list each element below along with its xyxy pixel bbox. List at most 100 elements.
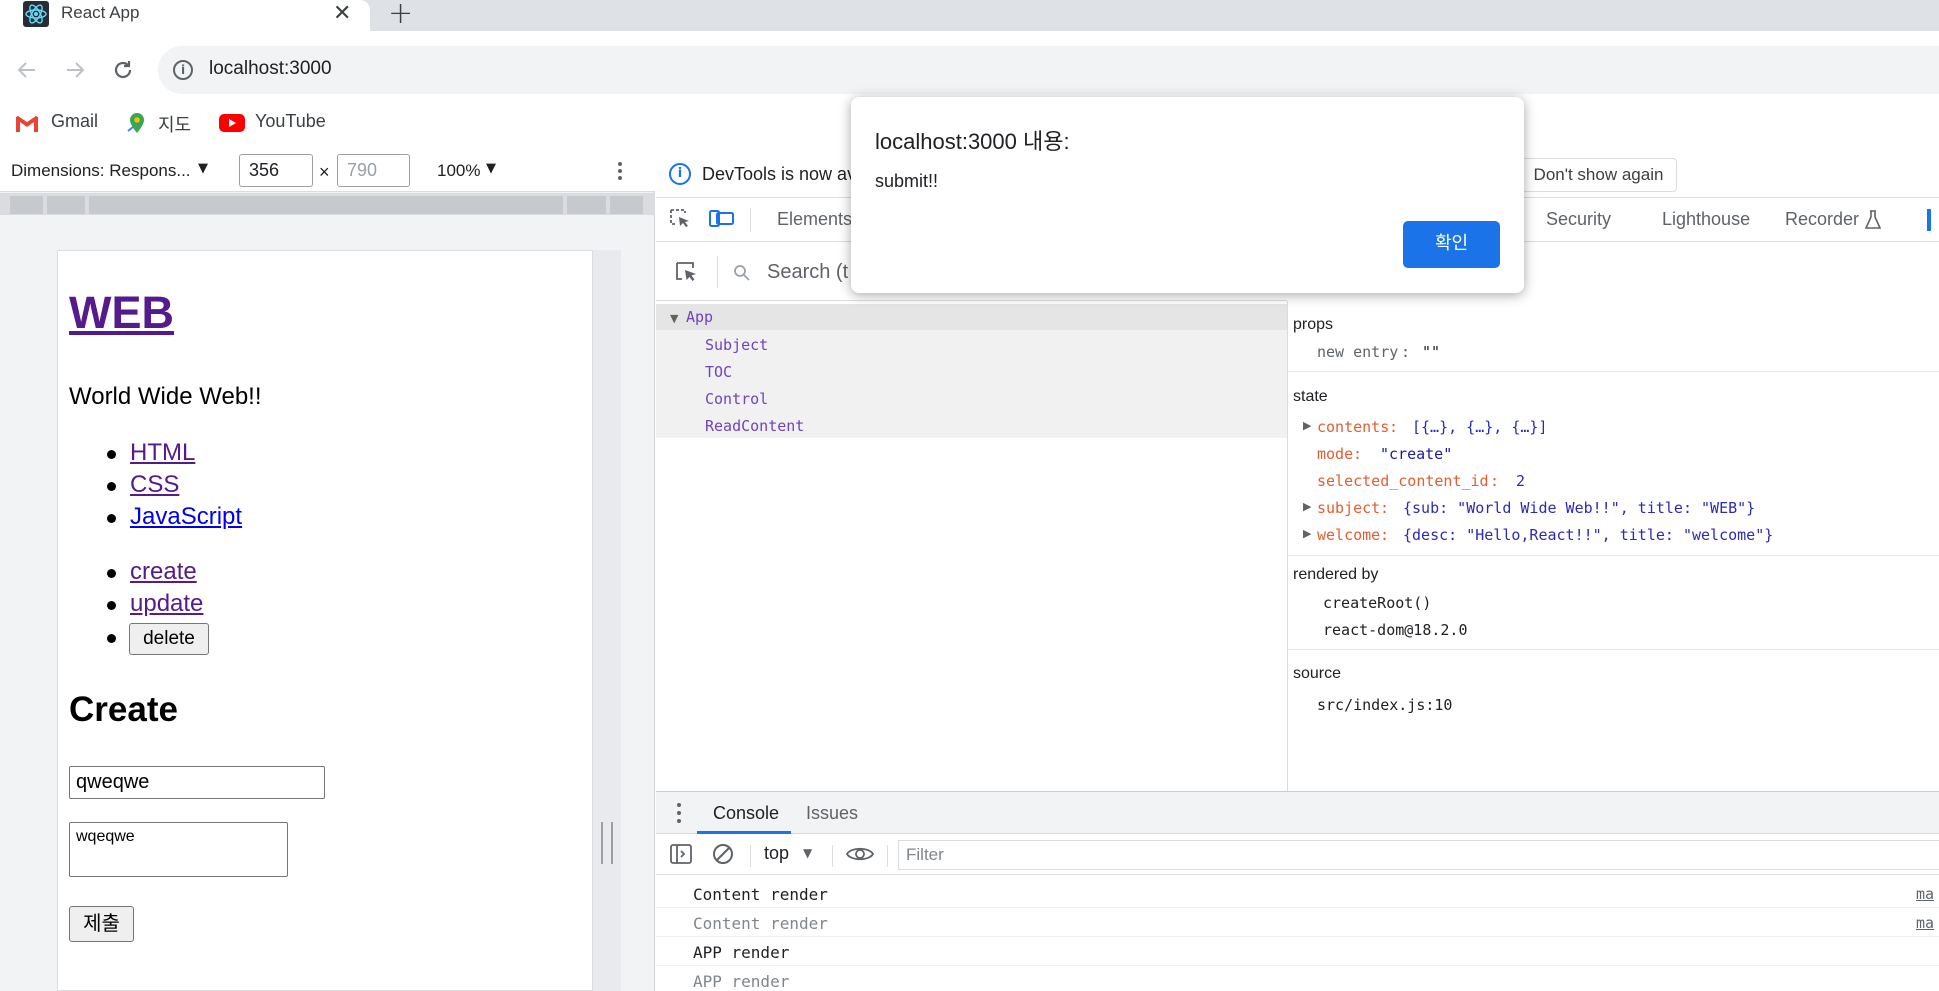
tab-issues[interactable]: Issues [806,803,858,824]
console-log-text: APP render [693,943,790,962]
live-expression-eye-icon[interactable] [845,843,875,865]
state-colon: : [1353,445,1363,463]
state-key-welcome[interactable]: welcome [1317,526,1380,544]
forward-icon[interactable] [63,58,87,82]
console-log-row [656,937,1939,966]
rendered-by-title: rendered by [1293,566,1379,583]
address-bar[interactable] [158,46,1939,94]
tree-item-subject[interactable]: Subject [705,336,768,354]
tree-item-toc[interactable]: TOC [705,363,732,381]
viewport-scrollbar[interactable] [593,250,621,991]
viewport-resize-handle[interactable] [601,822,613,864]
title-input[interactable]: qweqwe [69,766,325,799]
select-component-icon[interactable] [675,261,699,285]
tree-item-readcontent[interactable]: ReadContent [705,417,804,435]
sidebar-toggle-icon[interactable] [669,842,693,866]
state-key-mode[interactable]: mode [1317,445,1353,463]
console-log-source-link[interactable]: ma [1916,885,1934,903]
ruler-segment[interactable] [47,196,85,214]
console-filter-input[interactable]: Filter [898,840,1939,870]
state-key-subject[interactable]: subject [1317,499,1380,517]
dont-show-again-button[interactable]: Don't show again [1520,158,1677,192]
ruler-segment[interactable] [567,196,606,214]
url-text[interactable]: localhost:3000 [209,58,332,80]
control-create-link[interactable]: create [130,558,197,586]
site-info-icon[interactable]: i [173,60,193,80]
state-val-subject[interactable]: {sub: "World Wide Web!!", title: "WEB"} [1403,499,1755,517]
component-inspector [1288,301,1939,791]
console-log-source-link[interactable]: ma [1916,914,1934,932]
tab-elements[interactable]: Elements [777,209,852,230]
state-val-contents[interactable]: [{…}, {…}, {…}] [1412,418,1547,436]
height-input[interactable]: 790 [337,154,410,187]
state-val-selected-id[interactable]: 2 [1516,472,1525,490]
tab-close-icon[interactable]: ✕ [333,1,351,26]
component-search-input[interactable]: Search (t [767,261,848,284]
expand-welcome-icon[interactable]: ▶ [1303,527,1311,540]
delete-button[interactable]: delete [129,623,209,655]
tree-expand-icon[interactable]: ▼ [670,312,678,325]
search-divider [717,256,718,288]
dimensions-dropdown[interactable]: Dimensions: Respons... [11,161,191,181]
maps-icon [127,113,144,133]
reload-icon[interactable] [111,58,135,82]
source-link[interactable]: src/index.js:10 [1317,696,1452,714]
device-toggle-icon[interactable] [709,208,735,230]
tree-row-selected[interactable] [656,304,1287,330]
toc-link-javascript[interactable]: JavaScript [130,503,242,531]
more-options-icon[interactable] [614,160,626,182]
toolbar-divider [887,845,888,867]
clear-console-icon[interactable] [711,842,735,866]
state-colon: : [1389,418,1399,436]
drawer-menu-icon[interactable] [675,802,683,824]
tab-security[interactable]: Security [1546,209,1611,230]
toolbar-divider [750,845,751,867]
control-update-link[interactable]: update [130,590,203,618]
width-input[interactable]: 356 [239,154,313,187]
tab-console[interactable]: Console [713,803,779,824]
props-key[interactable]: new entry [1317,343,1398,361]
ruler-segment[interactable] [89,196,563,214]
tree-item-app[interactable]: App [686,308,713,326]
tab-title: React App [61,3,140,22]
zoom-dropdown[interactable]: 100% [437,161,480,181]
active-tab-indicator [1927,209,1931,231]
console-log-row [656,879,1939,908]
state-key-selected-id[interactable]: selected_content_id [1317,472,1489,490]
submit-button[interactable]: 제출 [69,906,134,942]
alert-ok-button[interactable]: 확인 [1403,221,1500,268]
expand-contents-icon[interactable]: ▶ [1303,419,1311,432]
ruler-segment[interactable] [10,196,43,214]
context-caret-icon[interactable]: ▼ [803,846,812,860]
context-selector[interactable]: top [764,843,789,864]
browser-tab[interactable] [0,0,370,31]
bookmark-maps[interactable]: 지도 [158,111,191,137]
bookmark-gmail[interactable]: Gmail [51,111,98,132]
emulated-viewport [57,250,593,991]
expand-subject-icon[interactable]: ▶ [1303,500,1311,513]
tree-item-control[interactable]: Control [705,390,768,408]
inspect-element-icon[interactable] [669,208,695,230]
back-icon[interactable] [15,58,39,82]
bookmark-youtube[interactable]: YouTube [255,111,326,132]
zoom-caret-icon[interactable]: ▼ [486,161,496,176]
props-value[interactable]: "" [1422,343,1440,361]
toolbar-divider [832,845,833,867]
youtube-icon [219,114,245,132]
dimensions-caret-icon[interactable]: ▼ [198,161,208,176]
list-bullet [107,601,116,610]
page-title-link[interactable]: WEB [69,287,174,339]
new-tab-button[interactable]: + [388,0,413,31]
tab-lighthouse[interactable]: Lighthouse [1662,209,1750,230]
state-val-welcome[interactable]: {desc: "Hello,React!!", title: "welcome"… [1403,526,1773,544]
dimension-times: × [319,162,330,182]
desc-textarea[interactable]: wqeqwe [69,822,288,877]
console-log-text: APP render [693,972,790,991]
toc-link-css[interactable]: CSS [130,471,179,499]
tab-recorder[interactable]: Recorder [1785,209,1859,230]
toc-link-html[interactable]: HTML [130,439,195,467]
state-val-mode[interactable]: "create" [1380,445,1452,463]
ruler-segment[interactable] [610,196,643,214]
state-key-contents[interactable]: contents [1317,418,1389,436]
alert-message: submit!! [875,171,939,191]
